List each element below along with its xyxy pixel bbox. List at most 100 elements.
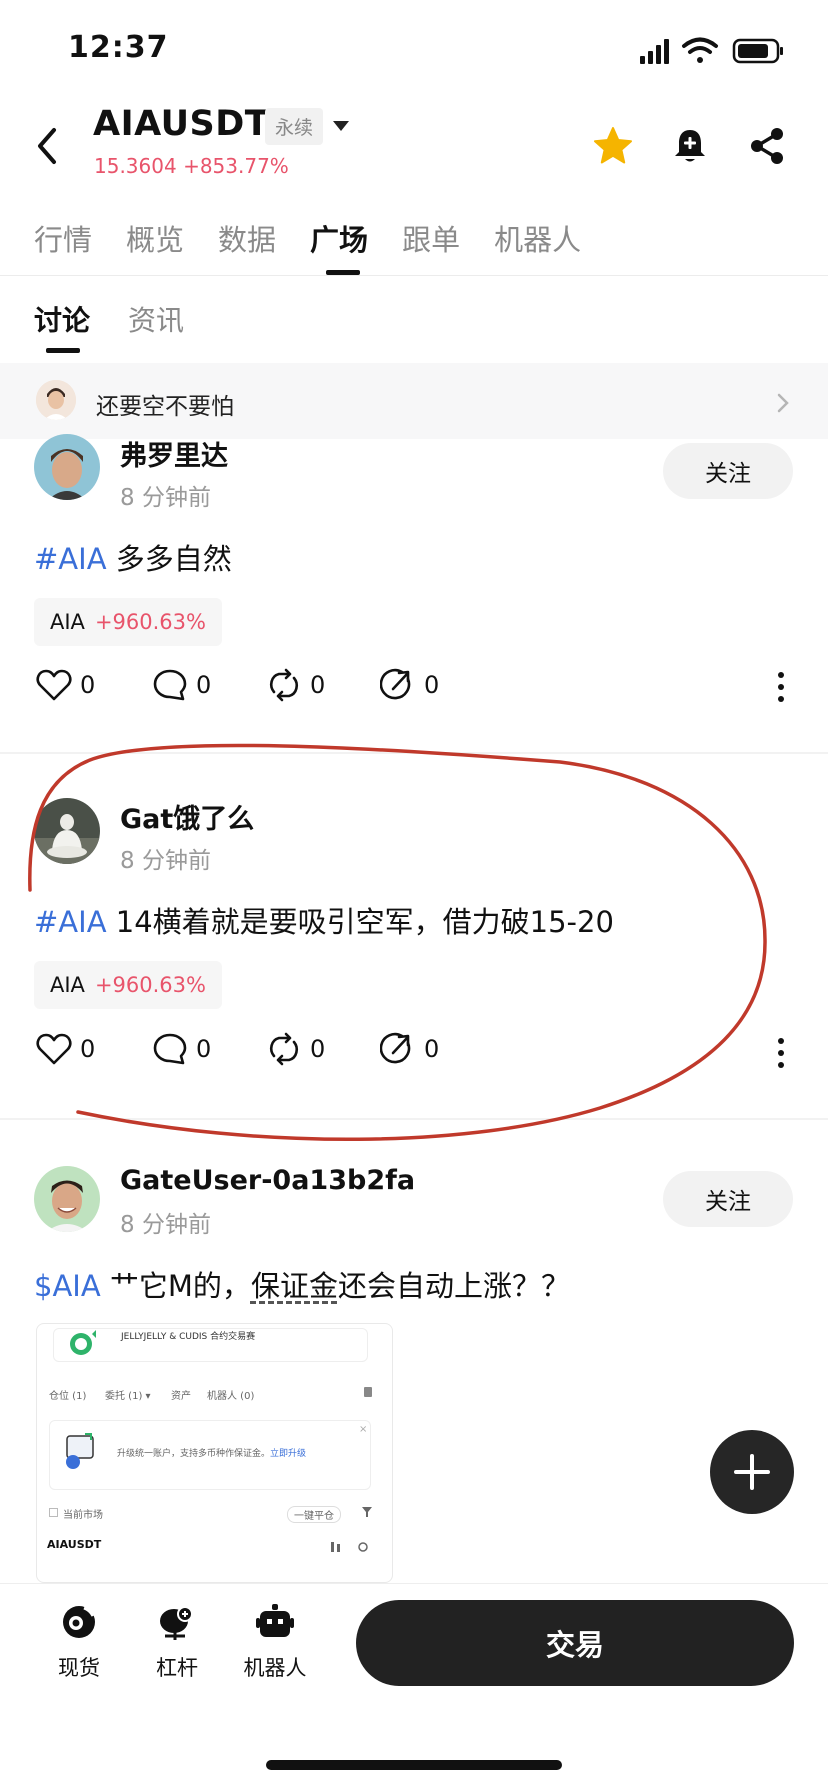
favorite-star-icon[interactable] <box>592 125 634 167</box>
thumb-tab: 资产 <box>171 1391 191 1402</box>
more-options-icon[interactable] <box>776 1036 786 1070</box>
post-username[interactable]: 弗罗里达 <box>120 434 228 473</box>
avatar[interactable] <box>34 798 100 864</box>
repost-icon <box>269 668 299 702</box>
like-button[interactable]: 0 <box>36 1032 95 1066</box>
repost-icon <box>269 1032 299 1066</box>
heart-icon <box>36 1033 72 1065</box>
back-button[interactable] <box>30 126 66 166</box>
hashtag-link[interactable]: #AIA <box>34 542 107 576</box>
divider <box>0 275 828 276</box>
like-count: 0 <box>80 671 96 699</box>
main-tabs: 行情 概览 数据 广场 跟单 机器人 <box>34 217 615 259</box>
coin-name: AIA <box>50 973 85 997</box>
post-time: 8 分钟前 <box>120 1212 211 1238</box>
status-icons <box>636 36 786 66</box>
pair-title[interactable]: AIAUSDT <box>93 104 269 144</box>
plus-icon <box>734 1454 770 1490</box>
post-time: 8 分钟前 <box>120 485 211 511</box>
share-arrow-icon <box>380 1032 411 1064</box>
avatar[interactable] <box>34 434 100 500</box>
battery-icon <box>732 38 783 64</box>
filter-icon <box>362 1507 372 1517</box>
thumb-tab: 仓位 (1) <box>49 1391 87 1402</box>
comment-count: 0 <box>196 1035 212 1063</box>
account-upgrade-icon <box>66 1433 94 1469</box>
post-text: 14横着就是要吸引空军，借力破15-20 <box>115 905 614 939</box>
coin-chip[interactable]: AIA +960.63% <box>34 598 222 646</box>
follow-button[interactable]: 关注 <box>663 1171 793 1227</box>
subtab-discussion[interactable]: 讨论 <box>34 299 90 339</box>
share-post-button[interactable]: 0 <box>380 668 439 702</box>
checkbox <box>49 1508 58 1517</box>
repost-button[interactable]: 0 <box>266 1032 325 1066</box>
share-post-button[interactable]: 0 <box>380 1032 439 1066</box>
thumb-tab: 机器人 (0) <box>207 1391 255 1402</box>
price-alert-bell-icon[interactable] <box>672 126 708 166</box>
follow-button[interactable]: 关注 <box>663 443 793 499</box>
caret-down-icon[interactable] <box>330 118 352 134</box>
post-content: $AIA 艹它M的，保证金还会自动上涨？？ <box>34 1263 570 1305</box>
coin-change: +960.63% <box>94 973 206 997</box>
trade-button[interactable]: 交易 <box>356 1600 794 1686</box>
comment-button[interactable]: 0 <box>152 668 211 702</box>
share-icon[interactable] <box>748 126 786 166</box>
home-indicator <box>266 1760 562 1770</box>
repost-button[interactable]: 0 <box>266 668 325 702</box>
spot-icon <box>63 1606 95 1638</box>
post-image[interactable]: JELLYJELLY & CUDIS 合约交易赛 仓位 (1) 委托 (1) ▾… <box>36 1323 393 1583</box>
margin-icon <box>160 1606 193 1640</box>
post-divider <box>0 752 828 754</box>
active-subtab-indicator <box>46 348 80 353</box>
post-divider <box>0 1118 828 1120</box>
tab-bots[interactable]: 机器人 <box>494 217 581 259</box>
wifi-icon <box>682 37 718 63</box>
thumb-banner-title: JELLYJELLY & CUDIS 合约交易赛 <box>121 1332 256 1342</box>
comment-icon <box>153 669 187 701</box>
tab-overview[interactable]: 概览 <box>126 217 184 259</box>
tab-square[interactable]: 广场 <box>310 217 368 259</box>
more-options-icon[interactable] <box>776 670 786 704</box>
cellular-signal-icon <box>640 39 669 64</box>
contract-type-badge[interactable]: 永续 <box>265 108 324 145</box>
thumb-tab: 委托 (1) ▾ <box>105 1391 151 1402</box>
thumb-pair: AIAUSDT <box>47 1538 102 1551</box>
like-button[interactable]: 0 <box>36 668 95 702</box>
create-post-button[interactable] <box>710 1430 794 1514</box>
document-icon <box>364 1387 372 1397</box>
avatar[interactable] <box>34 1166 100 1232</box>
like-count: 0 <box>80 1035 96 1063</box>
coin-change: +960.63% <box>94 610 206 634</box>
coin-chip[interactable]: AIA +960.63% <box>34 961 222 1009</box>
bottom-nav-robot[interactable]: 机器人 <box>230 1602 320 1682</box>
comment-icon <box>153 1033 187 1065</box>
chevron-left-icon <box>38 128 56 164</box>
tab-data[interactable]: 数据 <box>218 217 276 259</box>
post-text: 还会自动上涨？？ <box>337 1269 570 1303</box>
bottom-nav-spot[interactable]: 现货 <box>34 1602 124 1682</box>
thumb-notice-text: 升级统一账户，支持多币种作保证金。立即升级 <box>117 1449 307 1459</box>
status-time: 12:37 <box>68 30 169 65</box>
repost-count: 0 <box>310 1035 326 1063</box>
tab-copy-trading[interactable]: 跟单 <box>402 217 460 259</box>
post-username[interactable]: Gat饿了么 <box>120 797 254 836</box>
post-text: 艹它M的， <box>109 1269 251 1303</box>
robot-icon <box>256 1604 294 1637</box>
share-arrow-icon <box>380 668 411 700</box>
comment-count: 0 <box>196 671 212 699</box>
post-username[interactable]: GateUser-0a13b2fa <box>120 1165 415 1196</box>
comment-button[interactable]: 0 <box>152 1032 211 1066</box>
bottom-nav-margin[interactable]: 杠杆 <box>132 1602 222 1682</box>
cashtag-link[interactable]: $AIA <box>34 1269 101 1303</box>
avatar <box>36 380 76 420</box>
tab-market[interactable]: 行情 <box>34 217 92 259</box>
repost-count: 0 <box>310 671 326 699</box>
post-content: #AIA 多多自然 <box>34 536 232 578</box>
chevron-right-icon[interactable] <box>776 392 790 414</box>
term-margin-link[interactable]: 保证金 <box>251 1269 338 1303</box>
gate-logo-icon <box>70 1330 96 1355</box>
hashtag-link[interactable]: #AIA <box>34 905 107 939</box>
coin-name: AIA <box>50 610 85 634</box>
subtab-news[interactable]: 资讯 <box>128 299 184 339</box>
post-time: 8 分钟前 <box>120 848 211 874</box>
